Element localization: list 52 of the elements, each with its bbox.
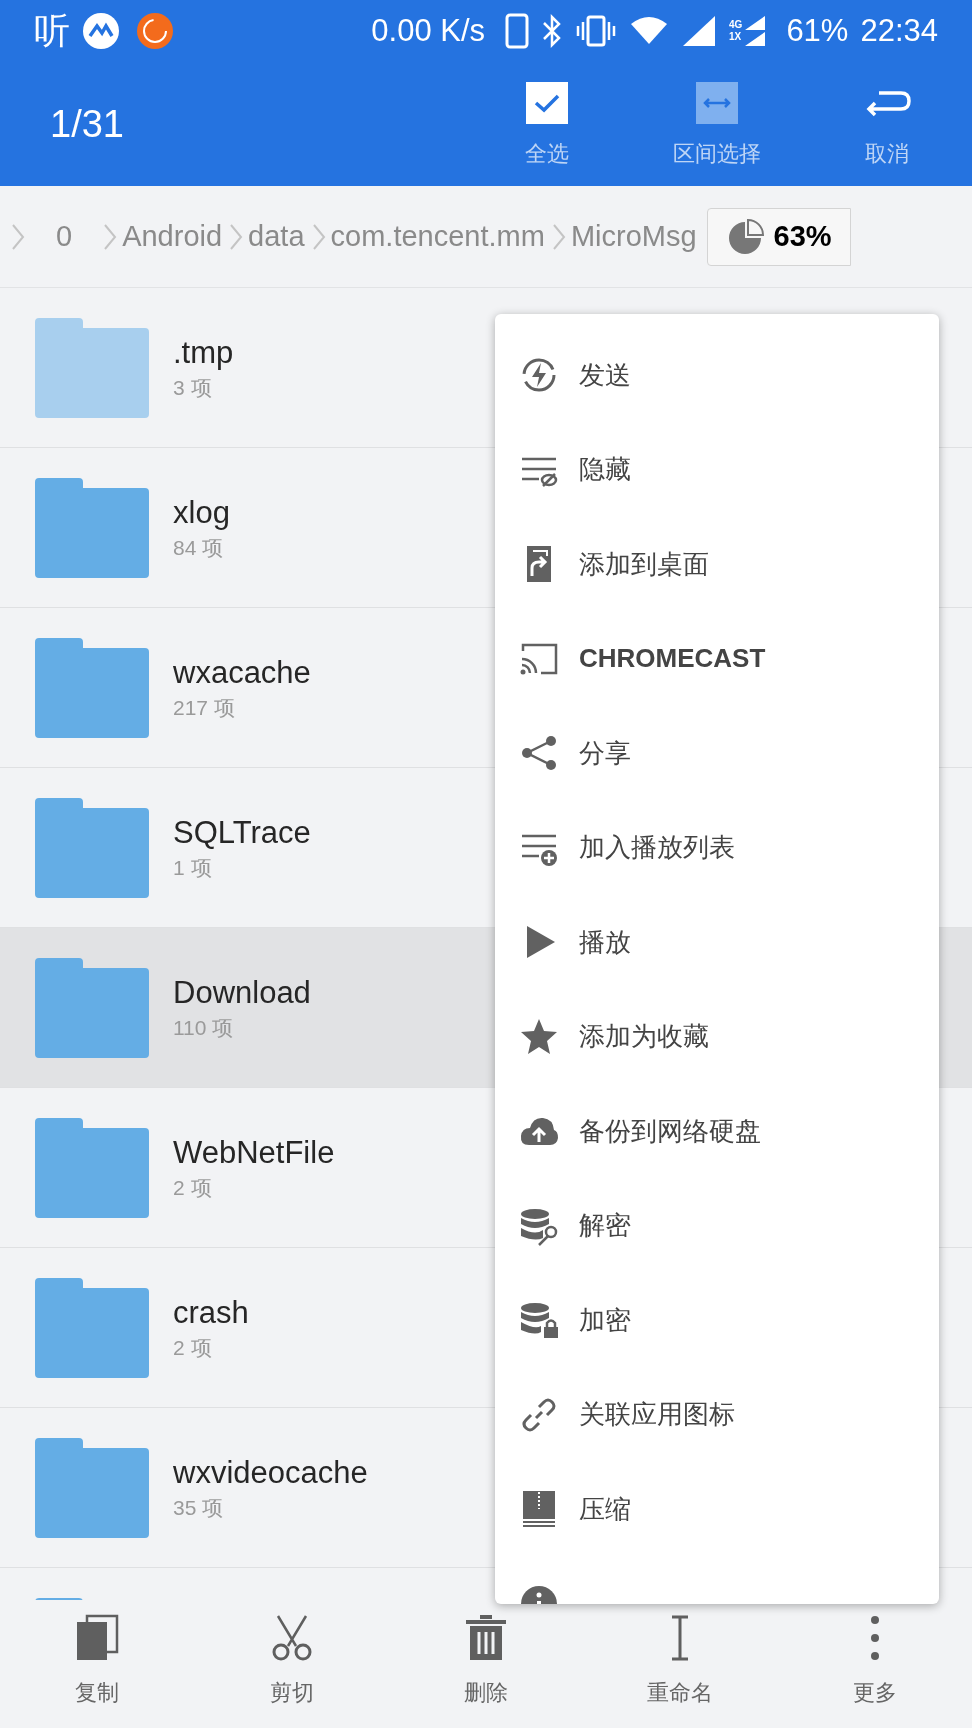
toolbar-button[interactable]: 删除 — [388, 1614, 584, 1709]
file-name: wxvideocache — [173, 1453, 368, 1492]
file-name: SQLTrace — [173, 813, 311, 852]
item-count: 110 项 — [173, 1014, 235, 1041]
menu-item[interactable]: 压缩 — [495, 1462, 939, 1557]
item-count: 3 项 — [173, 374, 213, 401]
signal-icon — [744, 14, 767, 48]
app-logo-icon — [136, 12, 174, 50]
file-name: crash — [173, 1293, 249, 1332]
storage-badge[interactable]: 63% — [706, 207, 851, 266]
item-count: 2 项 — [173, 1174, 213, 1201]
folder-icon — [35, 477, 149, 578]
file-name: wxacache — [173, 653, 311, 692]
folder-icon — [35, 1277, 149, 1378]
menu-item[interactable]: 添加为收藏 — [495, 989, 939, 1084]
selection-count: 1/31 — [50, 101, 125, 147]
network-speed: 0.00 K/s — [371, 11, 486, 50]
item-count: 35 项 — [173, 1494, 225, 1521]
menu-item[interactable]: 加密 — [495, 1273, 939, 1368]
file-name: .tmp — [173, 333, 234, 372]
toolbar-button[interactable]: 重命名 — [583, 1614, 778, 1709]
toolbar-button[interactable]: 复制 — [0, 1614, 195, 1709]
network-type: 1X — [729, 31, 743, 43]
menu-item[interactable]: CHROMECAST — [495, 611, 939, 706]
folder-icon — [35, 797, 149, 898]
folder-icon — [35, 637, 149, 738]
network-type: 4G — [729, 19, 743, 31]
toolbar-button[interactable]: 剪切 — [194, 1614, 389, 1709]
signal-icon — [681, 14, 718, 48]
phone-icon — [505, 13, 530, 49]
toolbar-button[interactable]: 更多 — [777, 1614, 972, 1709]
app-logo-icon — [82, 12, 120, 50]
file-name: Download — [173, 973, 311, 1012]
item-count: 84 项 — [173, 534, 225, 561]
database-lock-icon — [519, 1300, 559, 1341]
more-icon — [869, 1614, 880, 1662]
clock: 22:34 — [860, 11, 938, 50]
menu-item[interactable]: 发送 — [495, 328, 939, 423]
file-name: xlog — [173, 493, 230, 532]
menu-item[interactable]: 加入播放列表 — [495, 800, 939, 895]
app-glyph: 听 — [34, 13, 70, 49]
vibrate-icon — [575, 14, 618, 48]
folder-icon — [35, 957, 149, 1058]
pie-chart-icon — [727, 218, 764, 255]
battery-level: 61% — [786, 11, 849, 50]
item-count: 2 项 — [173, 1334, 213, 1361]
folder-icon — [35, 317, 149, 418]
folder-icon — [35, 1437, 149, 1538]
item-count: 217 项 — [173, 694, 236, 721]
item-count: 1 项 — [173, 854, 213, 881]
file-name: WebNetFile — [173, 1133, 335, 1172]
folder-icon — [35, 1117, 149, 1218]
